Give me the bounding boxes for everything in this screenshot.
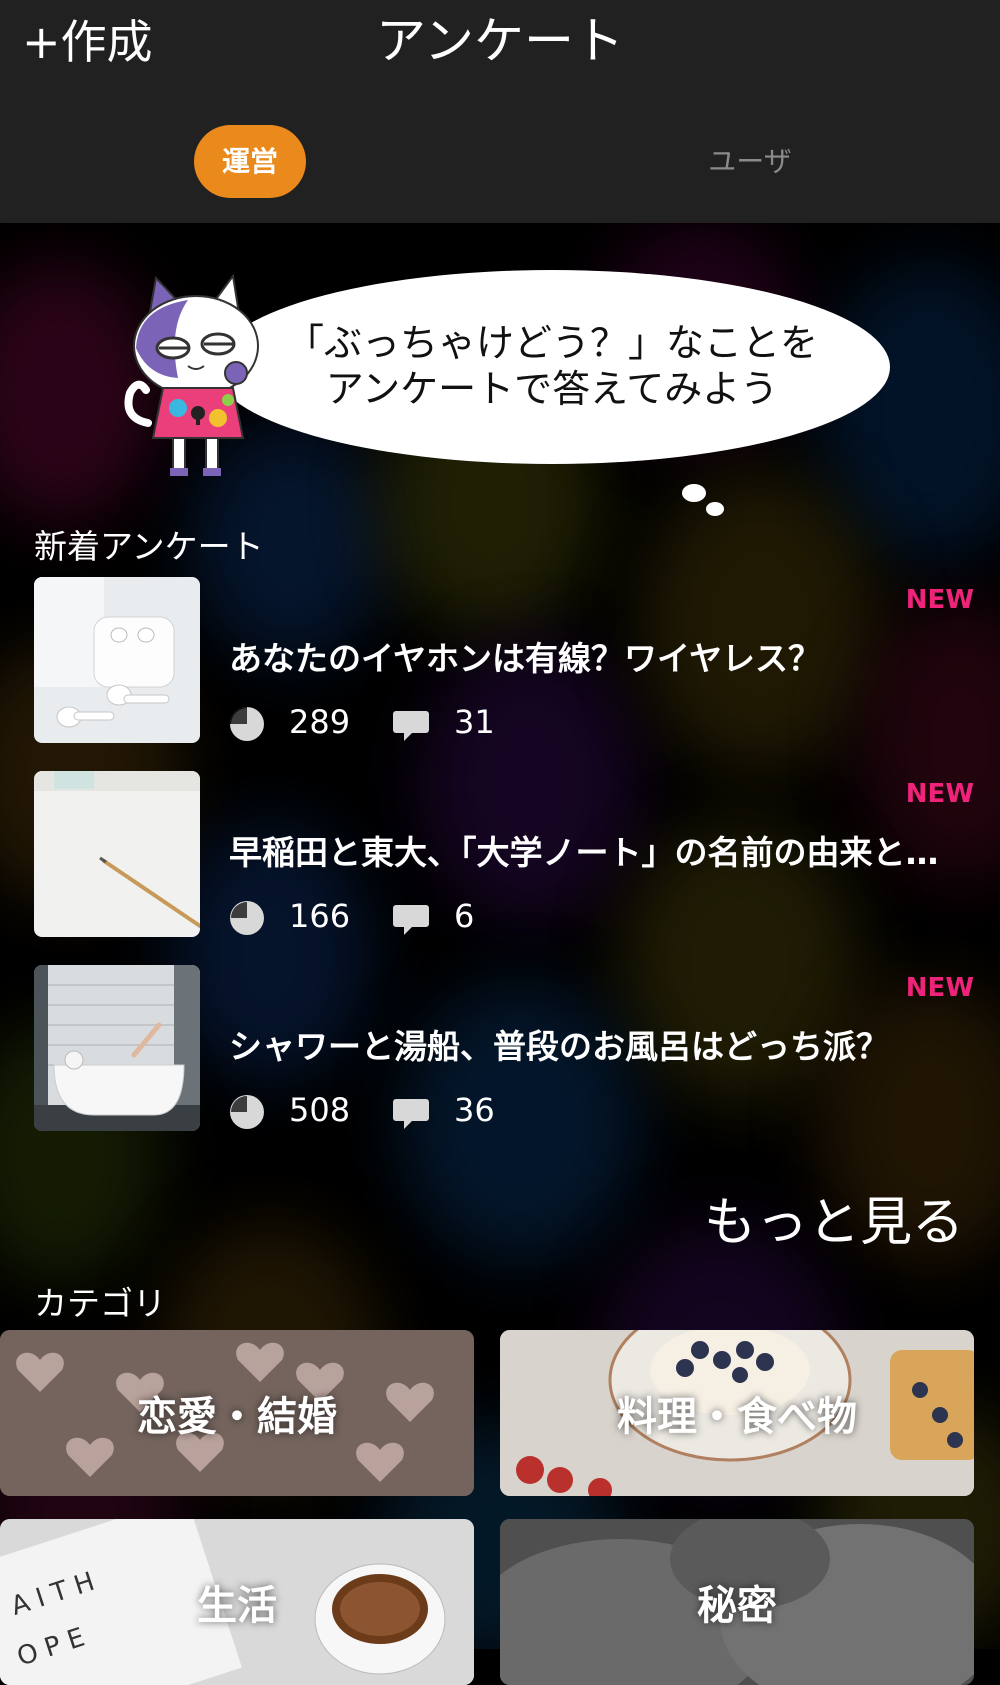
banner-line-1: 「ぶっちゃけどう？」なことを (285, 321, 818, 365)
survey-thumbnail-notebook (34, 771, 200, 937)
survey-item[interactable]: NEW シャワーと湯船、普段のお風呂はどっち派？ 508 36 (34, 965, 974, 1131)
vote-count: 508 (289, 1091, 351, 1129)
comment-icon (393, 905, 429, 935)
category-love-marriage[interactable]: 恋愛・結婚 (0, 1330, 474, 1496)
cat-mascot-icon (124, 273, 259, 476)
vote-count: 289 (289, 703, 351, 741)
comment-icon (393, 711, 429, 741)
see-more-link[interactable]: もっと見る (704, 1180, 964, 1255)
comment-count: 36 (454, 1091, 495, 1129)
survey-title: 早稲田と東大、「大学ノート」の名前の由来と… (229, 833, 939, 872)
category-secret[interactable]: 秘密 (500, 1519, 974, 1685)
category-label: 恋愛・結婚 (137, 1394, 337, 1440)
banner-line-2: アンケートで答えてみよう (325, 367, 779, 411)
category-label: 生活 (197, 1583, 277, 1629)
page-title: アンケート (376, 12, 624, 70)
app-header: +作成 アンケート 運営 ユーザ (0, 0, 1000, 223)
tab-user[interactable]: ユーザ (680, 125, 820, 198)
category-label: 秘密 (697, 1583, 777, 1629)
tab-official[interactable]: 運営 (194, 125, 306, 198)
survey-title: あなたのイヤホンは有線？ワイヤレス？ (229, 639, 822, 678)
pie-chart-icon (230, 1095, 264, 1129)
new-badge: NEW (905, 779, 974, 809)
comment-count: 6 (454, 897, 475, 935)
banner-text: 「ぶっちゃけどう？」なことを アンケートで答えてみよう (214, 320, 890, 412)
category-life[interactable]: A I T H O P E 生活 (0, 1519, 474, 1685)
new-badge: NEW (905, 585, 974, 615)
survey-thumbnail-bathtub (34, 965, 200, 1131)
survey-item[interactable]: NEW あなたのイヤホンは有線？ワイヤレス？ 289 31 (34, 577, 974, 743)
comment-count: 31 (454, 703, 495, 741)
survey-thumbnail-earphones (34, 577, 200, 743)
survey-item[interactable]: NEW 早稲田と東大、「大学ノート」の名前の由来と… 166 6 (34, 771, 974, 937)
category-label: 料理・食べ物 (617, 1394, 857, 1440)
new-surveys-heading: 新着アンケート (34, 527, 264, 566)
vote-count: 166 (289, 897, 351, 935)
survey-title: シャワーと湯船、普段のお風呂はどっち派？ (229, 1027, 889, 1066)
pie-chart-icon (230, 707, 264, 741)
categories-heading: カテゴリ (34, 1284, 166, 1323)
category-cooking-food[interactable]: 料理・食べ物 (500, 1330, 974, 1496)
pie-chart-icon (230, 901, 264, 935)
comment-icon (393, 1099, 429, 1129)
new-badge: NEW (905, 973, 974, 1003)
